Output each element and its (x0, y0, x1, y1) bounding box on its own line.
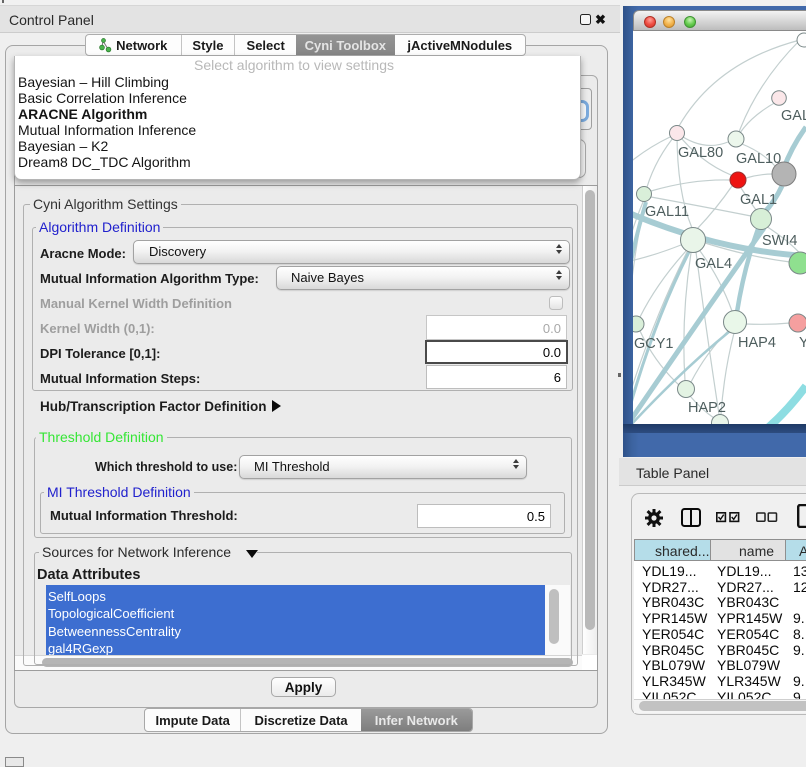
svg-text:HAP2: HAP2 (688, 400, 726, 416)
svg-text:Y: Y (799, 335, 806, 351)
svg-text:HAP4: HAP4 (738, 335, 776, 351)
svg-text:GAL7: GAL7 (781, 108, 806, 124)
svg-text:GCY1: GCY1 (634, 336, 674, 352)
svg-text:GAL10: GAL10 (736, 151, 781, 167)
svg-text:GAL80: GAL80 (678, 145, 723, 161)
svg-text:GAL11: GAL11 (645, 204, 689, 220)
svg-text:GAL4: GAL4 (695, 256, 732, 272)
svg-text:GAL1: GAL1 (740, 192, 777, 208)
svg-text:SWI4: SWI4 (762, 233, 797, 249)
